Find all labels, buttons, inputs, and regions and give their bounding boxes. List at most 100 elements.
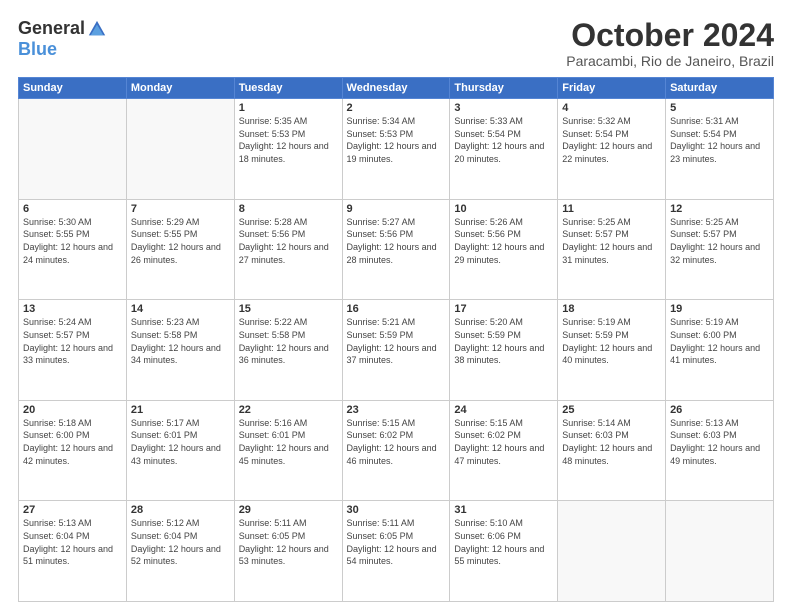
day-number: 26 bbox=[670, 404, 769, 416]
day-info: Sunrise: 5:29 AMSunset: 5:55 PMDaylight:… bbox=[131, 216, 230, 266]
day-number: 21 bbox=[131, 404, 230, 416]
logo-icon bbox=[87, 19, 107, 39]
logo-blue-text: Blue bbox=[18, 39, 57, 60]
table-row bbox=[558, 501, 666, 602]
table-row: 5Sunrise: 5:31 AMSunset: 5:54 PMDaylight… bbox=[666, 99, 774, 200]
day-number: 16 bbox=[347, 303, 446, 315]
location: Paracambi, Rio de Janeiro, Brazil bbox=[566, 53, 774, 69]
day-number: 12 bbox=[670, 203, 769, 215]
day-info: Sunrise: 5:12 AMSunset: 6:04 PMDaylight:… bbox=[131, 517, 230, 567]
table-row: 4Sunrise: 5:32 AMSunset: 5:54 PMDaylight… bbox=[558, 99, 666, 200]
table-row: 2Sunrise: 5:34 AMSunset: 5:53 PMDaylight… bbox=[342, 99, 450, 200]
day-number: 4 bbox=[562, 102, 661, 114]
day-info: Sunrise: 5:20 AMSunset: 5:59 PMDaylight:… bbox=[454, 316, 553, 366]
table-row: 3Sunrise: 5:33 AMSunset: 5:54 PMDaylight… bbox=[450, 99, 558, 200]
table-row: 26Sunrise: 5:13 AMSunset: 6:03 PMDayligh… bbox=[666, 400, 774, 501]
day-number: 11 bbox=[562, 203, 661, 215]
logo: General Blue bbox=[18, 18, 107, 60]
table-row: 9Sunrise: 5:27 AMSunset: 5:56 PMDaylight… bbox=[342, 199, 450, 300]
day-info: Sunrise: 5:22 AMSunset: 5:58 PMDaylight:… bbox=[239, 316, 338, 366]
day-info: Sunrise: 5:16 AMSunset: 6:01 PMDaylight:… bbox=[239, 417, 338, 467]
calendar-week-row: 1Sunrise: 5:35 AMSunset: 5:53 PMDaylight… bbox=[19, 99, 774, 200]
logo-general-text: General bbox=[18, 18, 85, 39]
table-row: 28Sunrise: 5:12 AMSunset: 6:04 PMDayligh… bbox=[126, 501, 234, 602]
table-row: 25Sunrise: 5:14 AMSunset: 6:03 PMDayligh… bbox=[558, 400, 666, 501]
table-row: 8Sunrise: 5:28 AMSunset: 5:56 PMDaylight… bbox=[234, 199, 342, 300]
calendar-week-row: 27Sunrise: 5:13 AMSunset: 6:04 PMDayligh… bbox=[19, 501, 774, 602]
header: General Blue October 2024 Paracambi, Rio… bbox=[18, 18, 774, 69]
table-row: 6Sunrise: 5:30 AMSunset: 5:55 PMDaylight… bbox=[19, 199, 127, 300]
col-friday: Friday bbox=[558, 78, 666, 99]
day-number: 22 bbox=[239, 404, 338, 416]
table-row bbox=[19, 99, 127, 200]
table-row: 17Sunrise: 5:20 AMSunset: 5:59 PMDayligh… bbox=[450, 300, 558, 401]
day-number: 7 bbox=[131, 203, 230, 215]
day-info: Sunrise: 5:25 AMSunset: 5:57 PMDaylight:… bbox=[562, 216, 661, 266]
table-row: 19Sunrise: 5:19 AMSunset: 6:00 PMDayligh… bbox=[666, 300, 774, 401]
table-row bbox=[126, 99, 234, 200]
day-info: Sunrise: 5:34 AMSunset: 5:53 PMDaylight:… bbox=[347, 115, 446, 165]
day-info: Sunrise: 5:17 AMSunset: 6:01 PMDaylight:… bbox=[131, 417, 230, 467]
table-row: 24Sunrise: 5:15 AMSunset: 6:02 PMDayligh… bbox=[450, 400, 558, 501]
day-info: Sunrise: 5:33 AMSunset: 5:54 PMDaylight:… bbox=[454, 115, 553, 165]
table-row: 20Sunrise: 5:18 AMSunset: 6:00 PMDayligh… bbox=[19, 400, 127, 501]
table-row: 7Sunrise: 5:29 AMSunset: 5:55 PMDaylight… bbox=[126, 199, 234, 300]
table-row: 27Sunrise: 5:13 AMSunset: 6:04 PMDayligh… bbox=[19, 501, 127, 602]
col-thursday: Thursday bbox=[450, 78, 558, 99]
day-info: Sunrise: 5:24 AMSunset: 5:57 PMDaylight:… bbox=[23, 316, 122, 366]
day-number: 31 bbox=[454, 504, 553, 516]
day-info: Sunrise: 5:19 AMSunset: 5:59 PMDaylight:… bbox=[562, 316, 661, 366]
calendar-week-row: 20Sunrise: 5:18 AMSunset: 6:00 PMDayligh… bbox=[19, 400, 774, 501]
day-info: Sunrise: 5:14 AMSunset: 6:03 PMDaylight:… bbox=[562, 417, 661, 467]
day-number: 2 bbox=[347, 102, 446, 114]
table-row: 12Sunrise: 5:25 AMSunset: 5:57 PMDayligh… bbox=[666, 199, 774, 300]
table-row: 15Sunrise: 5:22 AMSunset: 5:58 PMDayligh… bbox=[234, 300, 342, 401]
table-row: 22Sunrise: 5:16 AMSunset: 6:01 PMDayligh… bbox=[234, 400, 342, 501]
day-info: Sunrise: 5:11 AMSunset: 6:05 PMDaylight:… bbox=[347, 517, 446, 567]
day-info: Sunrise: 5:28 AMSunset: 5:56 PMDaylight:… bbox=[239, 216, 338, 266]
day-info: Sunrise: 5:11 AMSunset: 6:05 PMDaylight:… bbox=[239, 517, 338, 567]
day-info: Sunrise: 5:26 AMSunset: 5:56 PMDaylight:… bbox=[454, 216, 553, 266]
table-row: 31Sunrise: 5:10 AMSunset: 6:06 PMDayligh… bbox=[450, 501, 558, 602]
month-title: October 2024 bbox=[566, 18, 774, 53]
col-wednesday: Wednesday bbox=[342, 78, 450, 99]
day-info: Sunrise: 5:13 AMSunset: 6:03 PMDaylight:… bbox=[670, 417, 769, 467]
day-info: Sunrise: 5:25 AMSunset: 5:57 PMDaylight:… bbox=[670, 216, 769, 266]
col-monday: Monday bbox=[126, 78, 234, 99]
table-row bbox=[666, 501, 774, 602]
day-info: Sunrise: 5:27 AMSunset: 5:56 PMDaylight:… bbox=[347, 216, 446, 266]
day-number: 8 bbox=[239, 203, 338, 215]
table-row: 13Sunrise: 5:24 AMSunset: 5:57 PMDayligh… bbox=[19, 300, 127, 401]
day-number: 25 bbox=[562, 404, 661, 416]
table-row: 14Sunrise: 5:23 AMSunset: 5:58 PMDayligh… bbox=[126, 300, 234, 401]
day-number: 6 bbox=[23, 203, 122, 215]
day-number: 28 bbox=[131, 504, 230, 516]
day-number: 20 bbox=[23, 404, 122, 416]
title-section: October 2024 Paracambi, Rio de Janeiro, … bbox=[566, 18, 774, 69]
table-row: 29Sunrise: 5:11 AMSunset: 6:05 PMDayligh… bbox=[234, 501, 342, 602]
col-sunday: Sunday bbox=[19, 78, 127, 99]
day-info: Sunrise: 5:19 AMSunset: 6:00 PMDaylight:… bbox=[670, 316, 769, 366]
day-number: 15 bbox=[239, 303, 338, 315]
table-row: 23Sunrise: 5:15 AMSunset: 6:02 PMDayligh… bbox=[342, 400, 450, 501]
page: General Blue October 2024 Paracambi, Rio… bbox=[0, 0, 792, 612]
day-number: 27 bbox=[23, 504, 122, 516]
day-info: Sunrise: 5:10 AMSunset: 6:06 PMDaylight:… bbox=[454, 517, 553, 567]
day-number: 24 bbox=[454, 404, 553, 416]
day-info: Sunrise: 5:21 AMSunset: 5:59 PMDaylight:… bbox=[347, 316, 446, 366]
day-number: 3 bbox=[454, 102, 553, 114]
day-info: Sunrise: 5:15 AMSunset: 6:02 PMDaylight:… bbox=[347, 417, 446, 467]
day-info: Sunrise: 5:32 AMSunset: 5:54 PMDaylight:… bbox=[562, 115, 661, 165]
day-info: Sunrise: 5:13 AMSunset: 6:04 PMDaylight:… bbox=[23, 517, 122, 567]
day-number: 17 bbox=[454, 303, 553, 315]
day-number: 29 bbox=[239, 504, 338, 516]
day-number: 9 bbox=[347, 203, 446, 215]
calendar-week-row: 13Sunrise: 5:24 AMSunset: 5:57 PMDayligh… bbox=[19, 300, 774, 401]
table-row: 21Sunrise: 5:17 AMSunset: 6:01 PMDayligh… bbox=[126, 400, 234, 501]
day-number: 18 bbox=[562, 303, 661, 315]
day-info: Sunrise: 5:15 AMSunset: 6:02 PMDaylight:… bbox=[454, 417, 553, 467]
day-info: Sunrise: 5:35 AMSunset: 5:53 PMDaylight:… bbox=[239, 115, 338, 165]
calendar-week-row: 6Sunrise: 5:30 AMSunset: 5:55 PMDaylight… bbox=[19, 199, 774, 300]
col-saturday: Saturday bbox=[666, 78, 774, 99]
day-number: 19 bbox=[670, 303, 769, 315]
